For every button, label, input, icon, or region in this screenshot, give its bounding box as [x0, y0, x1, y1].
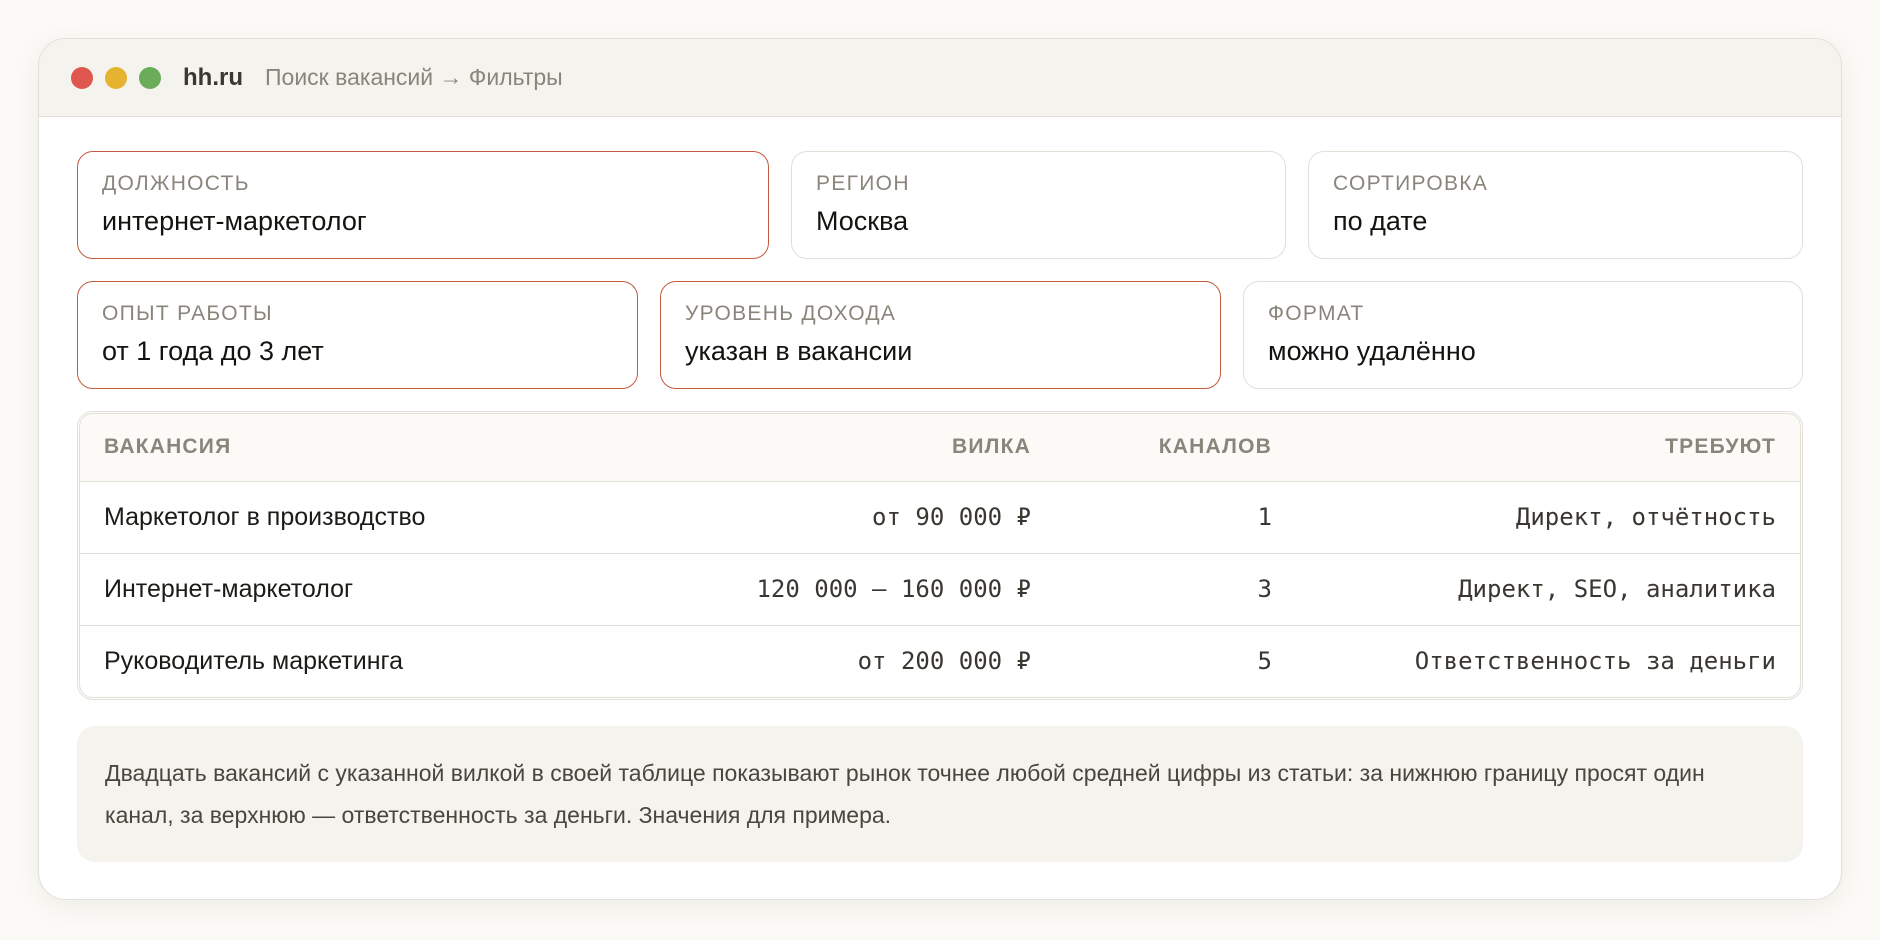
column-header-salary: Вилка [580, 414, 1031, 482]
vacancy-title: Интернет-маркетолог [80, 553, 580, 626]
column-header-vacancy: Вакансия [80, 414, 580, 482]
table-row[interactable]: Маркетолог в производство от 90 000 ₽ 1 … [80, 481, 1800, 554]
filter-format[interactable]: Формат можно удалённо [1243, 281, 1803, 389]
filter-label: Опыт работы [102, 302, 273, 325]
vacancy-requirements: Директ, SEO, аналитика [1272, 553, 1800, 626]
site-name: hh.ru [183, 63, 243, 91]
main-content: Должность интернет-маркетолог Регион Мос… [39, 117, 1841, 862]
filter-region[interactable]: Регион Москва [791, 151, 1286, 259]
vacancy-requirements: Директ, отчётность [1272, 481, 1800, 554]
filter-label: Уровень дохода [685, 302, 897, 325]
vacancy-channels: 1 [1031, 481, 1272, 554]
minimize-window-button[interactable] [105, 66, 127, 89]
vacancy-title: Руководитель маркетинга [104, 646, 403, 675]
browser-window: hh.ru Поиск вакансий → Фильтры Должность… [38, 38, 1842, 900]
column-header-channels: Каналов [1031, 414, 1272, 482]
filter-row-1: Должность интернет-маркетолог Регион Мос… [77, 151, 1803, 259]
filter-label: Должность [102, 172, 250, 195]
filter-value: по дате [1333, 206, 1428, 236]
vacancy-title: Маркетолог в производство [80, 481, 580, 554]
filter-label: Формат [1268, 302, 1365, 325]
breadcrumb: Поиск вакансий → Фильтры [265, 64, 563, 90]
filter-income[interactable]: Уровень дохода указан в вакансии [660, 281, 1221, 389]
vacancy-channels: 3 [1031, 553, 1272, 626]
table-row[interactable]: Руководитель маркетинга от 200 000 ₽ 5 О… [80, 625, 1800, 697]
vacancy-channels: 5 [1257, 647, 1272, 676]
filter-label: Регион [816, 172, 910, 195]
vacancy-requirements: Ответственность за деньги [1414, 647, 1776, 676]
filter-row-2: Опыт работы от 1 года до 3 лет Уровень д… [77, 281, 1803, 389]
table-header-row: Вакансия Вилка Каналов Требуют [80, 414, 1800, 482]
explanatory-note: Двадцать вакансий с указанной вилкой в с… [77, 726, 1803, 862]
filter-value: от 1 года до 3 лет [102, 336, 324, 366]
close-window-button[interactable] [71, 66, 93, 89]
filter-value: можно удалённо [1268, 336, 1476, 366]
vacancy-salary: 120 000 – 160 000 ₽ [580, 553, 1031, 626]
filter-label: Сортировка [1333, 172, 1489, 195]
filter-sort[interactable]: Сортировка по дате [1308, 151, 1803, 259]
filter-experience[interactable]: Опыт работы от 1 года до 3 лет [77, 281, 638, 389]
filter-value: Москва [816, 206, 909, 236]
maximize-window-button[interactable] [139, 66, 161, 89]
table-row[interactable]: Интернет-маркетолог 120 000 – 160 000 ₽ … [80, 553, 1800, 626]
filter-value: указан в вакансии [685, 336, 913, 366]
column-header-requirements: Требуют [1272, 414, 1800, 482]
filter-position[interactable]: Должность интернет-маркетолог [77, 151, 769, 259]
filter-value: интернет-маркетолог [102, 206, 367, 236]
title-bar: hh.ru Поиск вакансий → Фильтры [39, 39, 1841, 117]
vacancies-table: Вакансия Вилка Каналов Требуют Маркетоло… [77, 411, 1803, 700]
vacancy-salary: от 90 000 ₽ [580, 481, 1031, 554]
vacancy-salary: от 200 000 ₽ [857, 647, 1031, 676]
